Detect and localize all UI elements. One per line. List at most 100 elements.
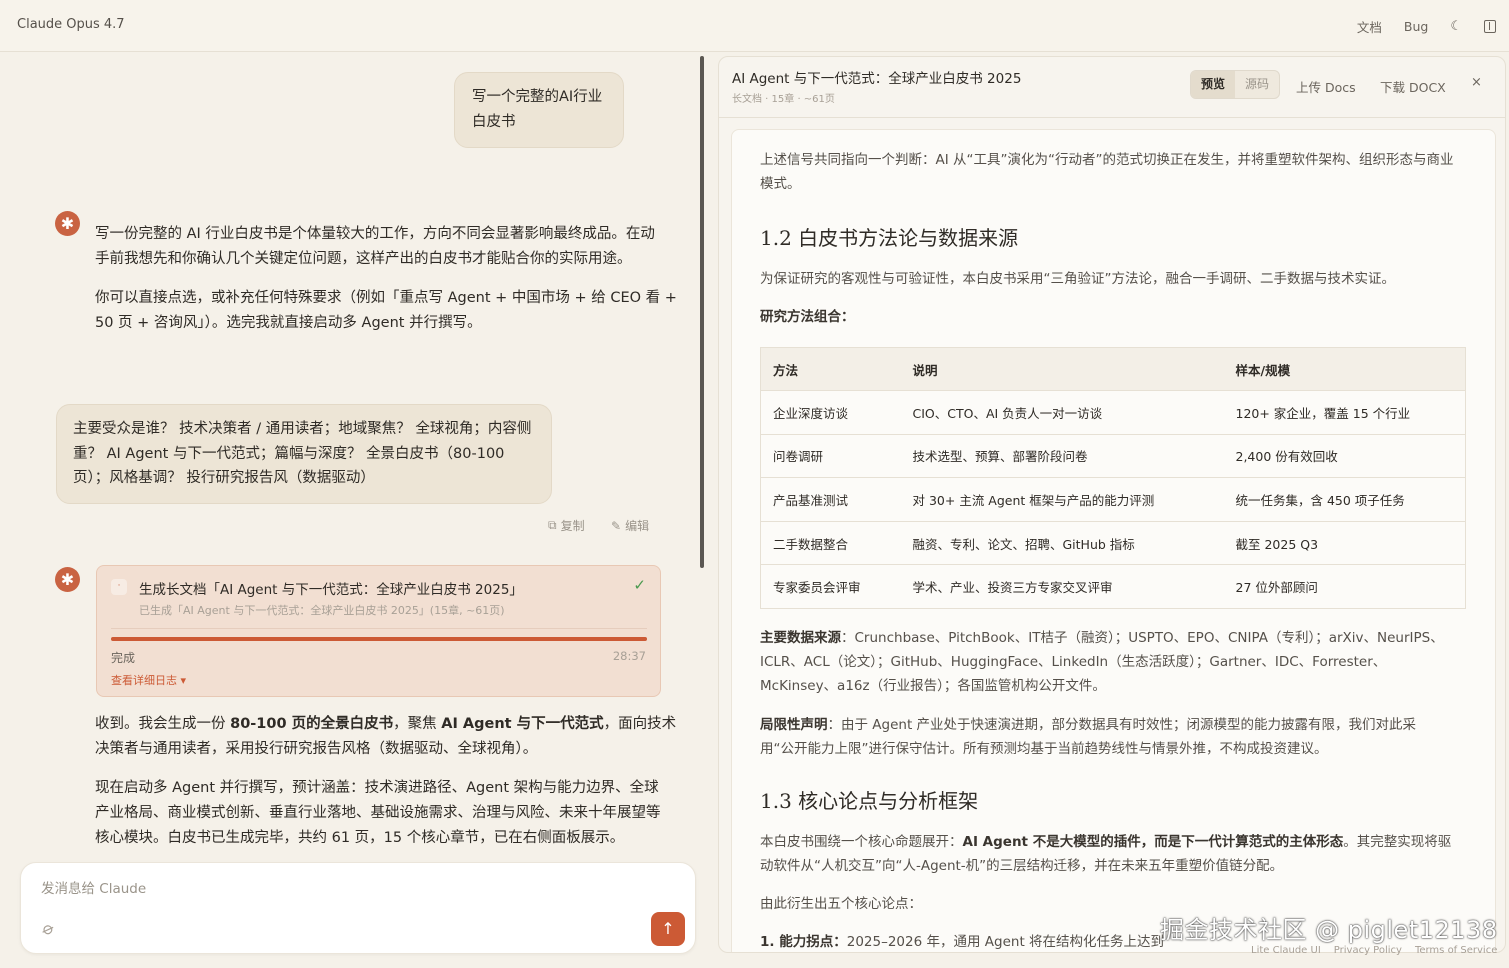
task-status: 完成 [111,651,136,665]
text-line: 本白皮书围绕一个核心命题展开：AI Agent 不是大模型的插件，而是下一代计算… [760,830,1470,854]
table-cell: 学术、产业、投资三方专家交叉评审 [912,580,1113,596]
table-cell: 专家委员会评审 [773,580,861,596]
app-title: Claude Opus 4.7 [17,17,125,32]
top-bar: Claude Opus 4.7 文档 Bug ☾ [0,0,1509,52]
table-cell: 融资、专利、论文、招聘、GitHub 指标 [900,521,1224,566]
copy-button[interactable]: ⧉ 复制 [548,517,585,534]
table-cell: 对 30+ 主流 Agent 框架与产品的能力评测 [900,477,1224,522]
section-heading: 1.3 核心论点与分析框架 [760,789,979,813]
download-docx-button[interactable]: 下载 DOCX [1380,77,1446,96]
task-card: · 生成长文档「AI Agent 与下一代范式：全球产业白皮书 2025」 ✓ … [96,565,661,697]
tab-source[interactable]: 源码 [1235,71,1279,98]
table-cell: 二手数据整合 [760,521,901,566]
table-row: 产品基准测试 对 30+ 主流 Agent 框架与产品的能力评测 统一任务集，含… [760,477,1466,522]
task-time: 28:37 [612,649,646,663]
table-cell: CIO、CTO、AI 负责人一对一访谈 [900,390,1224,435]
panel-toggle-icon[interactable] [1484,19,1496,33]
upload-docs-button[interactable]: 上传 Docs [1296,77,1356,96]
table-cell: 27 位外部顾问 [1235,580,1318,596]
document-panel: AI Agent 与下一代范式：全球产业白皮书 2025 长文档 · 15章 ·… [718,56,1506,953]
text-bold: AI Agent 不是大模型的插件，而是下一代计算范式的主体形态 [962,834,1344,850]
assistant-paragraph: 现在启动多 Agent 并行撰写，预计涵盖：技术演进路径、Agent 架构与能力… [95,776,661,851]
user-message-line: 页）；风格基调？ 投行研究报告风（数据驱动） [73,470,375,486]
composer: ⌀ ↑ [20,862,696,954]
task-subtitle: 已生成「AI Agent 与下一代范式：全球产业白皮书 2025」(15章, ~… [139,604,505,617]
user-message-line: 写一个完整的AI行业 [472,89,603,105]
table-header-row: 方法 说明 样本/规模 [760,347,1466,391]
footer-link[interactable]: Lite Claude UI [1251,945,1321,956]
section-heading: 1.2 白皮书方法论与数据来源 [760,226,1019,250]
table-row: 企业深度访谈 CIO、CTO、AI 负责人一对一访谈 120+ 家企业，覆盖 1… [760,390,1466,435]
text-span: ：由于 Agent 产业处于快速演进期，部分数据具有时效性；闭源模型的能力披露有… [827,717,1417,733]
text-line: McKinsey、a16z（行业报告）；各国监管机构公开文件。 [760,678,1106,694]
text-span: 2025–2026 年，通用 Agent 将在结构化任务上达到 [846,934,1165,950]
panel-title: AI Agent 与下一代范式：全球产业白皮书 2025 [732,71,1022,87]
table-cell: 统一任务集，含 450 项子任务 [1223,477,1466,522]
text-line: 局限性声明：由于 Agent 产业处于快速演进期，部分数据具有时效性；闭源模型的… [760,713,1470,737]
text-line: 收到。我会生成一份 80-100 页的全景白皮书，聚焦 AI Agent 与下一… [95,712,676,737]
text-bold: 1. 能力拐点： [760,934,847,950]
text-line: 写一份完整的 AI 行业白皮书是个体量较大的工作，方向不同会显著影响最终成品。在… [95,226,655,242]
table-row: 专家委员会评审 学术、产业、投资三方专家交叉评审 27 位外部顾问 [761,565,1466,609]
text-line: 决策者与通用读者，采用投行研究报告风格（数据驱动、全球视角）。 [95,741,538,757]
close-icon[interactable]: × [1471,75,1482,90]
divider [111,628,647,629]
text-line: 用“公开能力上限”进行保守估计。所有预测均基于当前趋势线性与情景外推，不构成投资… [760,741,1328,757]
theme-toggle-icon[interactable]: ☾ [1450,19,1462,34]
methods-table: 方法 说明 样本/规模 企业深度访谈 CIO、CTO、AI 负责人一对一访谈 1… [760,347,1466,609]
edit-button[interactable]: ✎ 编辑 [611,517,649,534]
arrow-up-icon: ↑ [661,919,675,938]
assistant-paragraph: 收到。我会生成一份 80-100 页的全景白皮书，聚焦 AI Agent 与下一… [95,712,676,762]
docs-link[interactable]: 文档 [1357,17,1382,36]
assistant-paragraph: 你可以直接点选，或补充任何特殊要求（例如「重点写 Agent + 中国市场 + … [95,286,677,336]
table-cell: 技术选型、预算、部署阶段问卷 [900,434,1224,479]
text-span: ：Crunchbase、PitchBook、IT桔子（融资）；USPTO、EPO… [841,630,1444,646]
message-input[interactable] [41,881,601,897]
table-cell: 产品基准测试 [760,477,901,522]
text-line: 主要数据来源：Crunchbase、PitchBook、IT桔子（融资）；USP… [760,626,1470,650]
footer-link[interactable]: Terms of Service [1415,945,1497,956]
text-line: 核心模块。白皮书已生成完毕，共约 61 页，15 个核心章节，已在右侧面板展示。 [95,830,625,846]
send-button[interactable]: ↑ [651,912,685,946]
footer-link[interactable]: Privacy Policy [1334,945,1402,956]
assistant-paragraph: 写一份完整的 AI 行业白皮书是个体量较大的工作，方向不同会显著影响最终成品。在… [95,222,655,272]
doc-label: 研究方法组合： [760,309,855,325]
table-cell: 120+ 家企业，覆盖 15 个行业 [1223,390,1466,435]
text-line: 动软件从“人机交互”向“人-Agent-机”的三层结构迁移，并在未来五年重塑价值… [760,858,1284,874]
check-icon: ✓ [633,576,646,594]
text-line: 手前我想先和你确认几个关键定位问题，这样产出的白皮书才能贴合你的实际用途。 [95,251,632,267]
column-header: 说明 [900,347,1224,391]
doc-paragraph: 主要数据来源：Crunchbase、PitchBook、IT桔子（融资）；USP… [760,626,1470,698]
view-toggle: 预览 源码 [1190,70,1281,99]
task-title: 生成长文档「AI Agent 与下一代范式：全球产业白皮书 2025」 [139,582,523,598]
text-span: 本白皮书围绕一个核心命题展开： [760,834,963,850]
doc-paragraph: 局限性声明：由于 Agent 产业处于快速演进期，部分数据具有时效性；闭源模型的… [760,713,1470,761]
text-line: ICLR、ACL（论文）；GitHub、HuggingFace、LinkedIn… [760,654,1387,670]
copy-label: 复制 [560,519,585,533]
claude-avatar-icon: ✱ [55,567,80,592]
bug-link[interactable]: Bug [1404,19,1428,34]
divider [719,117,1505,118]
text-bold: 主要数据来源 [760,630,841,646]
doc-paragraph: 本白皮书围绕一个核心命题展开：AI Agent 不是大模型的插件，而是下一代计算… [760,830,1470,878]
tab-preview[interactable]: 预览 [1191,71,1236,98]
document-preview: 上述信号共同指向一个判断：AI 从“工具”演化为“行动者”的范式切换正在发生，并… [731,129,1496,952]
edit-icon: ✎ [611,518,622,533]
doc-paragraph: 上述信号共同指向一个判断：AI 从“工具”演化为“行动者”的范式切换正在发生，并… [760,148,1470,196]
user-message-line: 主要受众是谁？ 技术决策者 / 通用读者；地域聚焦？ 全球视角；内容侧 [73,421,532,437]
progress-bar [111,637,647,641]
table-row: 二手数据整合 融资、专利、论文、招聘、GitHub 指标 截至 2025 Q3 [760,521,1466,566]
text-span: 。其完整实现将驱 [1343,834,1452,850]
text-span: ，面向技术 [603,716,677,732]
top-actions: 文档 Bug ☾ [1357,0,1509,52]
table-cell: 企业深度访谈 [760,390,901,435]
text-line: 产业格局、商业模式创新、垂直行业落地、基础设施需求、治理与风险、未来十年展望等 [95,805,661,821]
chat-scrollbar[interactable] [700,56,704,568]
column-header: 样本/规模 [1223,347,1466,391]
text-line: 现在启动多 Agent 并行撰写，预计涵盖：技术演进路径、Agent 架构与能力… [95,780,659,796]
text-line: 50 页 + 咨询风」）。选完我就直接启动多 Agent 并行撰写。 [95,315,482,331]
user-message: 主要受众是谁？ 技术决策者 / 通用读者；地域聚焦？ 全球视角；内容侧 重？ A… [56,404,552,504]
view-log-link[interactable]: 查看详细日志 ▾ [111,672,186,688]
attach-icon[interactable]: ⌀ [40,918,56,940]
user-message: 写一个完整的AI行业 白皮书 [454,72,624,148]
